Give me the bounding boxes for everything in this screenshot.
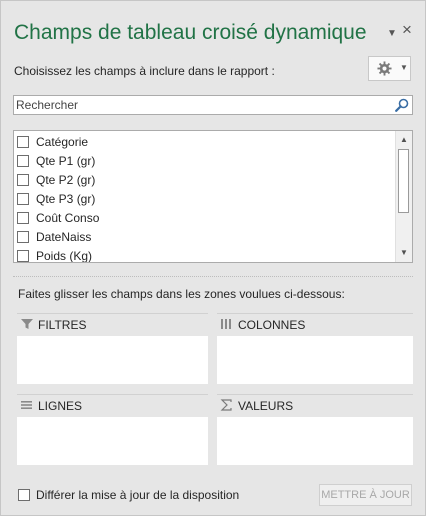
values-area-label: VALEURS	[238, 399, 294, 413]
choose-fields-label: Choisissez les champs à inclure dans le …	[14, 64, 275, 78]
field-item-qte-p3[interactable]: Qte P3 (gr)	[14, 189, 398, 208]
filters-area-label: FILTRES	[38, 318, 87, 332]
update-button[interactable]: METTRE À JOUR	[319, 484, 412, 506]
tools-button[interactable]: ▼	[368, 56, 411, 81]
checkbox[interactable]	[17, 135, 29, 148]
filter-icon	[21, 319, 33, 329]
close-icon[interactable]: ×	[402, 21, 412, 38]
pane-title: Champs de tableau croisé dynamique	[14, 21, 367, 44]
columns-icon	[221, 319, 231, 329]
field-label: Qte P3 (gr)	[36, 191, 96, 206]
search-input[interactable]	[16, 97, 386, 113]
field-label: DateNaiss	[36, 229, 92, 244]
field-list-scrollbar[interactable]: ▲ ▼	[395, 131, 412, 262]
field-label: Catégorie	[36, 134, 89, 149]
gear-icon	[377, 61, 392, 76]
columns-area-header: COLONNES	[220, 318, 305, 332]
filters-divider	[17, 313, 208, 314]
columns-divider	[217, 313, 413, 314]
values-area-header: VALEURS	[220, 399, 293, 413]
field-item-datenaiss[interactable]: DateNaiss	[14, 227, 398, 246]
rows-drop-zone[interactable]	[17, 417, 208, 465]
checkbox[interactable]	[17, 154, 29, 167]
pivot-field-list-pane: Champs de tableau croisé dynamique ▼ × C…	[0, 0, 426, 516]
field-label: Qte P2 (gr)	[36, 172, 96, 187]
checkbox[interactable]	[17, 211, 29, 224]
rows-divider	[17, 394, 208, 395]
defer-update-checkbox[interactable]	[18, 489, 30, 501]
scroll-up-icon[interactable]: ▲	[396, 133, 412, 147]
rows-icon	[21, 401, 32, 409]
rows-area-label: LIGNES	[38, 399, 83, 413]
values-divider	[217, 394, 413, 395]
field-item-cout-conso[interactable]: Coût Conso	[14, 208, 398, 227]
defer-update-label: Différer la mise à jour de la dispositio…	[36, 488, 240, 502]
field-label: Coût Conso	[36, 210, 100, 225]
filters-drop-zone[interactable]	[17, 336, 208, 384]
values-drop-zone[interactable]	[217, 417, 413, 465]
field-item-categorie[interactable]: Catégorie	[14, 132, 398, 151]
chevron-down-icon: ▼	[400, 63, 408, 72]
field-label: Poids (Kg)	[36, 248, 93, 263]
field-list: Catégorie Qte P1 (gr) Qte P2 (gr) Qte P3…	[13, 130, 413, 263]
divider	[13, 276, 413, 277]
field-label: Qte P1 (gr)	[36, 153, 96, 168]
magnifier-icon[interactable]	[395, 98, 409, 112]
checkbox[interactable]	[17, 173, 29, 186]
triangle-down-icon[interactable]: ▼	[387, 28, 397, 39]
drag-hint-label: Faites glisser les champs dans les zones…	[18, 287, 345, 301]
columns-area-label: COLONNES	[238, 318, 306, 332]
checkbox[interactable]	[17, 230, 29, 243]
rows-area-header: LIGNES	[20, 399, 82, 413]
sigma-icon	[220, 399, 232, 411]
checkbox[interactable]	[17, 249, 29, 262]
checkbox[interactable]	[17, 192, 29, 205]
filters-area-header: FILTRES	[20, 318, 86, 332]
scrollbar-thumb[interactable]	[398, 149, 409, 213]
columns-drop-zone[interactable]	[217, 336, 413, 384]
field-item-poids[interactable]: Poids (Kg)	[14, 246, 398, 263]
field-item-qte-p1[interactable]: Qte P1 (gr)	[14, 151, 398, 170]
scroll-down-icon[interactable]: ▼	[396, 246, 412, 260]
search-box[interactable]	[13, 95, 413, 115]
field-item-qte-p2[interactable]: Qte P2 (gr)	[14, 170, 398, 189]
